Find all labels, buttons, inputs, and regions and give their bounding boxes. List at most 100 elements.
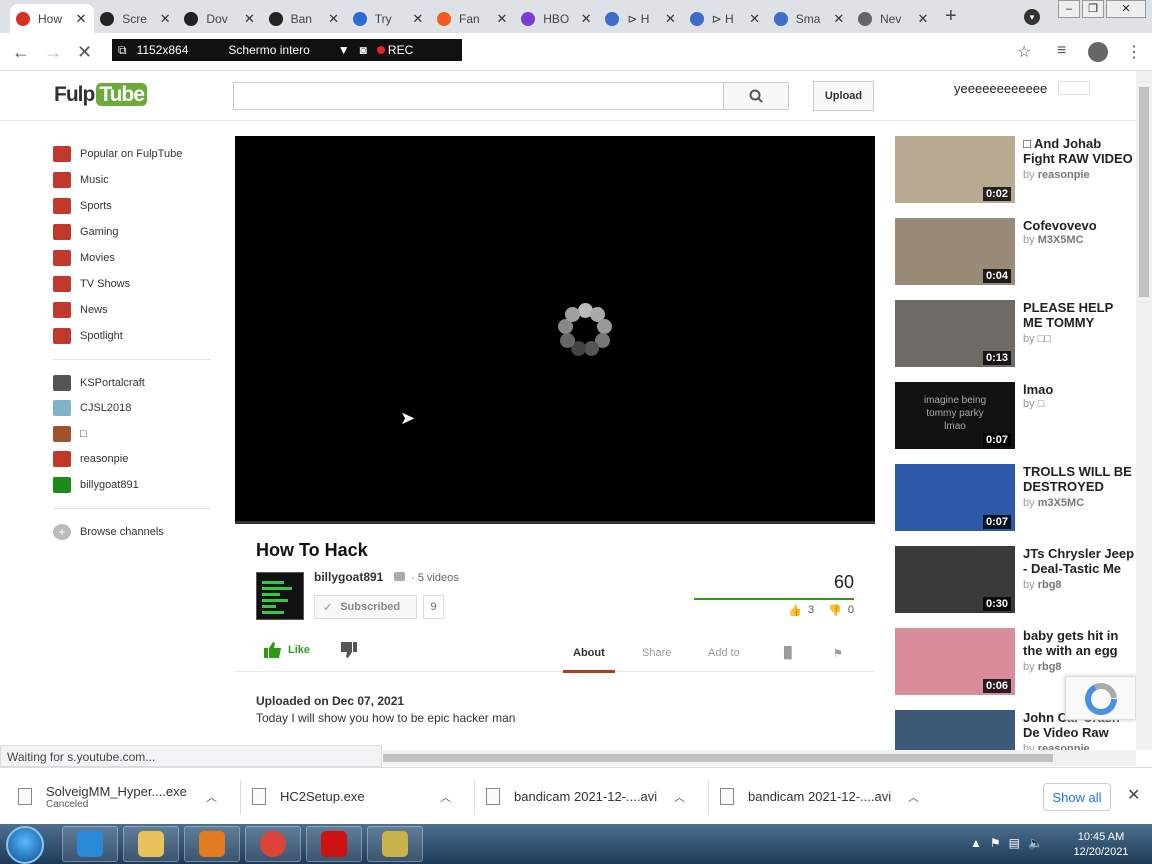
browser-tab[interactable]: Sma ✕	[768, 4, 852, 33]
related-video-channel[interactable]: by □	[1023, 398, 1044, 410]
subscription-item[interactable]: □	[53, 421, 213, 447]
tab-add-to[interactable]: Add to	[708, 647, 740, 659]
tab-close-icon[interactable]: ✕	[158, 11, 172, 27]
show-all-downloads-button[interactable]: Show all	[1043, 783, 1111, 811]
tab-close-icon[interactable]: ✕	[916, 11, 930, 27]
stop-loading-icon[interactable]: ✕	[77, 42, 92, 63]
channel-avatar[interactable]	[256, 572, 304, 620]
video-thumbnail[interactable]: 0:13	[895, 300, 1015, 367]
download-item[interactable]: SolveigMM_Hyper....exe Canceled ︿	[18, 768, 238, 825]
related-video-channel[interactable]: by □□	[1023, 333, 1051, 345]
related-video-channel[interactable]: by rbg8	[1023, 661, 1062, 673]
taskbar-app[interactable]	[306, 826, 362, 862]
search-button[interactable]	[723, 82, 789, 110]
taskbar-app[interactable]	[62, 826, 118, 862]
profile-avatar-icon[interactable]	[1088, 42, 1108, 62]
guide-item[interactable]: Gaming	[53, 219, 213, 245]
related-video-channel[interactable]: by M3X5MC	[1023, 234, 1084, 246]
browser-tab[interactable]: ⊳ H ✕	[599, 4, 683, 33]
related-video-item[interactable]: 0:07 TROLLS WILL BE DESTROYED by m3X5MC	[895, 464, 1136, 546]
related-video-item[interactable]: 0:04 Cofevovevo by M3X5MC	[895, 218, 1136, 300]
related-video-title[interactable]: TROLLS WILL BE DESTROYED	[1023, 464, 1136, 494]
browser-tab[interactable]: Ban ✕	[263, 4, 347, 33]
browser-tab[interactable]: Fan ✕	[431, 4, 515, 33]
taskbar-app[interactable]	[367, 826, 423, 862]
minimize-button[interactable]: –	[1058, 0, 1080, 18]
related-video-item[interactable]: 0:30 JTs Chrysler Jeep - Deal-Tastic Me (…	[895, 546, 1136, 628]
tab-search-icon[interactable]: ▾	[1024, 9, 1040, 25]
related-video-title[interactable]: □ And Johab Fight RAW VIDEO Tommy	[1023, 136, 1136, 166]
fulptube-logo[interactable]: Fulp Tube	[54, 83, 147, 107]
guide-item[interactable]: Movies	[53, 245, 213, 271]
recorder-mode-label[interactable]: Schermo intero	[228, 43, 309, 57]
user-avatar[interactable]	[1058, 81, 1090, 95]
channel-name-link[interactable]: billygoat891	[314, 570, 383, 584]
media-control-icon[interactable]: ≡	[1057, 42, 1066, 60]
video-thumbnail[interactable]	[895, 710, 1015, 750]
stats-icon[interactable]: ▐▌	[780, 647, 796, 659]
tab-close-icon[interactable]: ✕	[579, 11, 593, 27]
horizontal-scrollbar[interactable]	[383, 750, 1136, 766]
video-thumbnail[interactable]: 0:06	[895, 628, 1015, 695]
tab-close-icon[interactable]: ✕	[663, 11, 677, 27]
menu-kebab-icon[interactable]: ⋮	[1126, 42, 1142, 62]
guide-item[interactable]: News	[53, 297, 213, 323]
related-video-title[interactable]: lmao	[1023, 382, 1136, 397]
related-video-title[interactable]: Cofevovevo	[1023, 218, 1136, 233]
browser-tab[interactable]: Scre ✕	[94, 4, 178, 33]
tab-share[interactable]: Share	[642, 647, 671, 659]
browser-tab[interactable]: ⊳ H ✕	[684, 4, 768, 33]
subscription-item[interactable]: CJSL2018	[53, 396, 213, 422]
related-video-channel[interactable]: by reasonpie	[1023, 169, 1090, 181]
related-video-title[interactable]: baby gets hit in the with an egg	[1023, 628, 1136, 658]
browser-tab[interactable]: Dov ✕	[178, 4, 262, 33]
browser-tab[interactable]: How ✕	[10, 4, 94, 33]
channel-video-count[interactable]: · 5 videos	[411, 572, 459, 584]
download-item[interactable]: HC2Setup.exe ︿	[252, 768, 472, 825]
video-thumbnail[interactable]: 0:07	[895, 464, 1015, 531]
tab-about[interactable]: About	[573, 647, 605, 659]
video-thumbnail[interactable]: 0:30	[895, 546, 1015, 613]
close-downloads-icon[interactable]: ✕	[1127, 785, 1140, 805]
video-thumbnail[interactable]: 0:04	[895, 218, 1015, 285]
browse-channels-link[interactable]: + Browse channels	[53, 519, 213, 545]
username-label[interactable]: yeeeeeeeeeeee	[954, 81, 1047, 96]
chevron-up-icon[interactable]: ︿	[440, 789, 451, 805]
network-icon[interactable]: ▤	[1009, 836, 1020, 850]
related-video-item[interactable]: imagine being tommy parky lmao 0:07 lmao by…	[895, 382, 1136, 464]
bookmark-star-icon[interactable]: ☆	[1017, 42, 1031, 62]
guide-item[interactable]: Music	[53, 167, 213, 193]
thumbs-down-icon[interactable]	[341, 642, 357, 658]
vertical-scrollbar[interactable]	[1136, 71, 1152, 750]
recorder-dropdown-icon[interactable]: ▼	[338, 43, 350, 57]
related-video-title[interactable]: JTs Chrysler Jeep - Deal-Tastic Me (2	[1023, 546, 1136, 576]
upload-button[interactable]: Upload	[813, 81, 874, 111]
tab-close-icon[interactable]: ✕	[327, 11, 341, 27]
tab-close-icon[interactable]: ✕	[411, 11, 425, 27]
start-button[interactable]	[6, 826, 44, 864]
flag-icon[interactable]: ⚑	[833, 647, 843, 660]
tab-close-icon[interactable]: ✕	[74, 11, 88, 27]
forward-arrow-icon[interactable]: →	[44, 42, 62, 63]
subscription-item[interactable]: billygoat891	[53, 472, 213, 498]
taskbar-app[interactable]	[123, 826, 179, 862]
rec-button[interactable]: REC	[376, 43, 413, 57]
new-tab-button[interactable]: +	[945, 5, 957, 28]
subscription-item[interactable]: reasonpie	[53, 447, 213, 473]
taskbar-clock[interactable]: 10:45 AM 12/20/2021	[1066, 830, 1136, 860]
tray-expand-icon[interactable]: ▲	[970, 836, 982, 850]
guide-item[interactable]: Sports	[53, 193, 213, 219]
volume-icon[interactable]: 🔈	[1028, 836, 1043, 850]
maximize-button[interactable]: ❐	[1082, 0, 1104, 18]
chevron-up-icon[interactable]: ︿	[206, 789, 217, 805]
tab-close-icon[interactable]: ✕	[748, 11, 762, 27]
related-video-item[interactable]: 0:13 PLEASE HELP ME TOMMY PARKY by □□	[895, 300, 1136, 382]
subscription-item[interactable]: KSPortalcraft	[53, 370, 213, 396]
search-input[interactable]	[233, 82, 724, 110]
camera-icon[interactable]: ◙	[360, 43, 367, 57]
taskbar-app[interactable]	[184, 826, 240, 862]
close-window-button[interactable]: ✕	[1106, 0, 1146, 18]
browser-tab[interactable]: Try ✕	[347, 4, 431, 33]
tab-close-icon[interactable]: ✕	[832, 11, 846, 27]
guide-item[interactable]: Spotlight	[53, 323, 213, 349]
